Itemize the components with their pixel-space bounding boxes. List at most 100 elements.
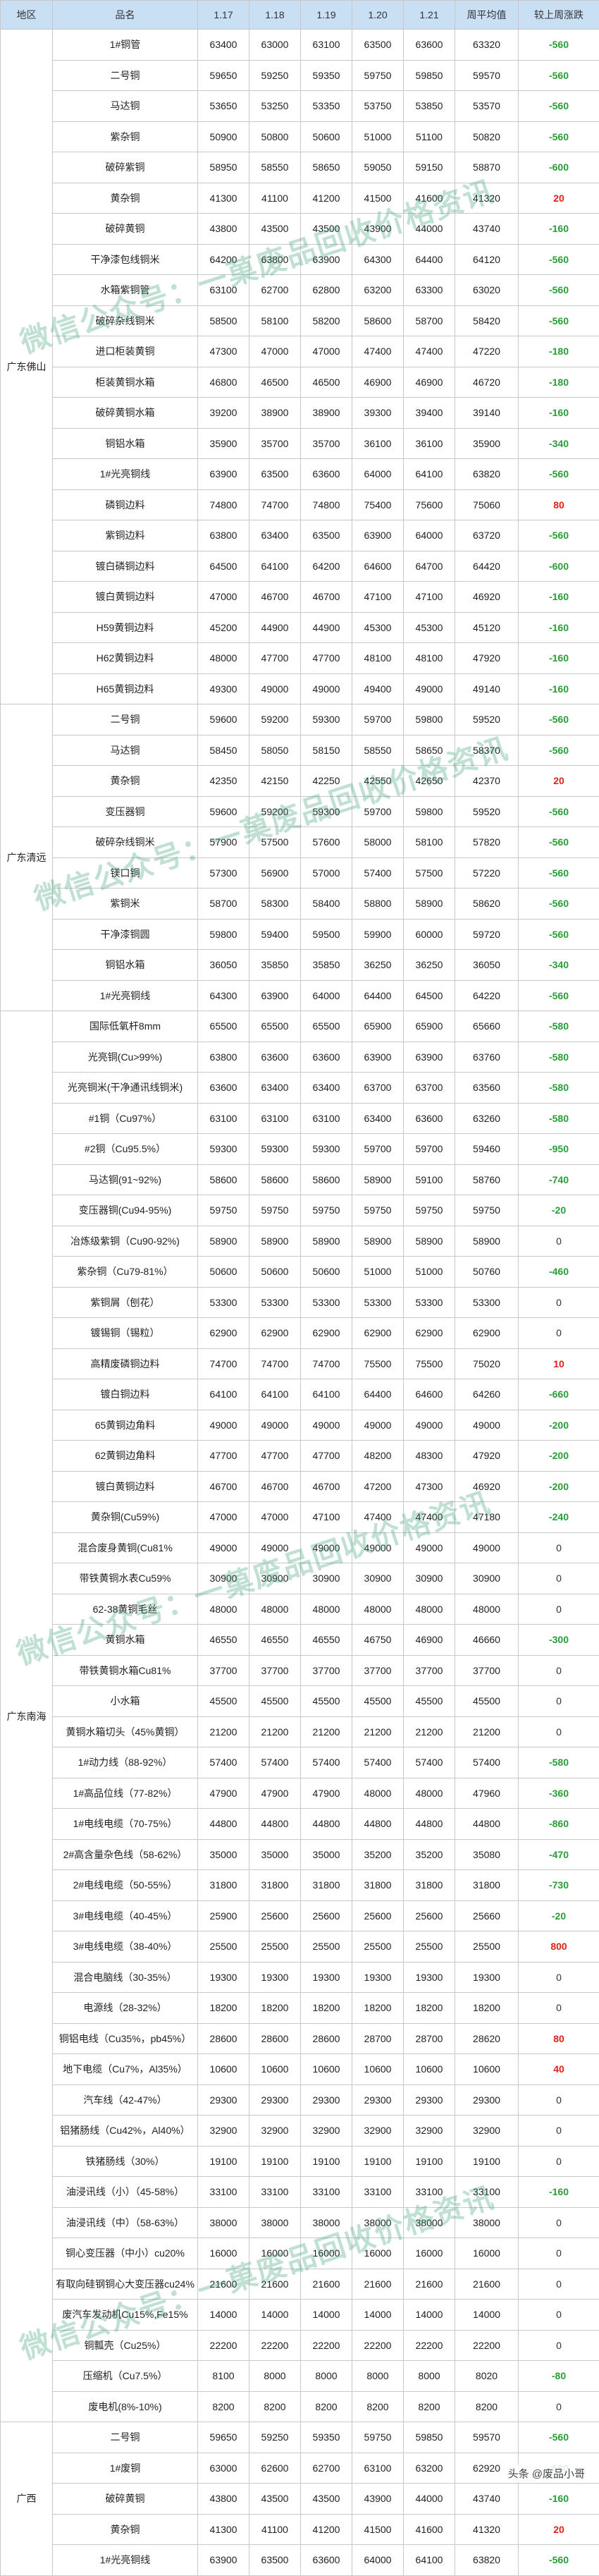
weekly-change-cell: -200 <box>519 1471 599 1502</box>
daily-price-cell: 46900 <box>404 1625 455 1656</box>
product-name-cell: 带铁黄铜水箱Cu81% <box>53 1655 198 1686</box>
daily-price-cell: 58650 <box>301 152 352 183</box>
daily-price-cell: 8000 <box>249 2361 301 2392</box>
daily-price-cell: 38000 <box>352 2207 404 2238</box>
daily-price-cell: 63400 <box>249 520 301 551</box>
daily-price-cell: 53750 <box>352 91 404 122</box>
daily-price-cell: 43500 <box>301 214 352 245</box>
weekly-change-cell: -300 <box>519 1625 599 1656</box>
weekly-change-cell: -160 <box>519 214 599 245</box>
daily-price-cell: 64100 <box>249 1379 301 1410</box>
table-row: 紫杂铜509005080050600510005110050820-560 <box>1 121 599 152</box>
weekly-change-cell: 10 <box>519 1348 599 1379</box>
daily-price-cell: 41200 <box>301 183 352 214</box>
daily-price-cell: 21600 <box>404 2269 455 2300</box>
daily-price-cell: 58300 <box>249 889 301 920</box>
week-average-cell: 43740 <box>455 214 519 245</box>
week-average-cell: 57220 <box>455 857 519 889</box>
daily-price-cell: 8000 <box>301 2361 352 2392</box>
product-name-cell: 1#光亮铜线 <box>53 459 198 490</box>
daily-price-cell: 10600 <box>301 2054 352 2085</box>
daily-price-cell: 14000 <box>249 2300 301 2331</box>
daily-price-cell: 63600 <box>404 1103 455 1134</box>
table-row: 光亮铜米(干净通讯线铜米)636006340063400637006370063… <box>1 1073 599 1104</box>
daily-price-cell: 63400 <box>249 1073 301 1104</box>
daily-price-cell: 37700 <box>404 1655 455 1686</box>
daily-price-cell: 63600 <box>301 459 352 490</box>
daily-price-cell: 10600 <box>352 2054 404 2085</box>
product-name-cell: 镀白黄铜边料 <box>53 582 198 613</box>
daily-price-cell: 37700 <box>301 1655 352 1686</box>
daily-price-cell: 64200 <box>301 551 352 582</box>
daily-price-cell: 59300 <box>301 796 352 827</box>
daily-price-cell: 46550 <box>301 1625 352 1656</box>
daily-price-cell: 47400 <box>404 336 455 367</box>
daily-price-cell: 63100 <box>301 30 352 61</box>
header-date-2: 1.18 <box>249 1 301 30</box>
daily-price-cell: 63900 <box>198 2545 249 2576</box>
daily-price-cell: 48200 <box>352 1441 404 1472</box>
daily-price-cell: 42650 <box>404 766 455 797</box>
daily-price-cell: 41600 <box>404 2514 455 2545</box>
daily-price-cell: 57000 <box>301 857 352 889</box>
weekly-change-cell: -580 <box>519 1747 599 1778</box>
week-average-cell: 65660 <box>455 1011 519 1042</box>
daily-price-cell: 58100 <box>404 827 455 858</box>
table-row: 混合废身黄铜(Cu81%4900049000490004900049000490… <box>1 1532 599 1563</box>
daily-price-cell: 53650 <box>198 91 249 122</box>
weekly-change-cell: 0 <box>519 2300 599 2331</box>
daily-price-cell: 36100 <box>352 428 404 459</box>
daily-price-cell: 59800 <box>404 704 455 735</box>
daily-price-cell: 57400 <box>249 1747 301 1778</box>
daily-price-cell: 63400 <box>198 30 249 61</box>
daily-price-cell: 18200 <box>249 1993 301 2024</box>
weekly-change-cell: -580 <box>519 1011 599 1042</box>
daily-price-cell: 57500 <box>404 857 455 889</box>
table-row: 混合电脑线（30-35%）193001930019300193001930019… <box>1 1962 599 1993</box>
daily-price-cell: 63500 <box>249 2545 301 2576</box>
daily-price-cell: 47700 <box>198 1441 249 1472</box>
daily-price-cell: 31800 <box>404 1870 455 1901</box>
daily-price-cell: 39300 <box>352 398 404 429</box>
daily-price-cell: 49000 <box>404 673 455 704</box>
weekly-change-cell: -460 <box>519 1257 599 1288</box>
daily-price-cell: 53300 <box>249 1287 301 1318</box>
product-name-cell: 3#电线电缆（40-45%） <box>53 1900 198 1931</box>
header-product: 品名 <box>53 1 198 30</box>
daily-price-cell: 62700 <box>301 2453 352 2484</box>
daily-price-cell: 58900 <box>404 1226 455 1257</box>
daily-price-cell: 28600 <box>198 2023 249 2054</box>
daily-price-cell: 45200 <box>198 612 249 643</box>
daily-price-cell: 49000 <box>301 1532 352 1563</box>
daily-price-cell: 19300 <box>301 1962 352 1993</box>
daily-price-cell: 57300 <box>198 857 249 889</box>
daily-price-cell: 59750 <box>198 1195 249 1226</box>
daily-price-cell: 14000 <box>198 2300 249 2331</box>
daily-price-cell: 35850 <box>301 950 352 981</box>
daily-price-cell: 59300 <box>301 704 352 735</box>
table-row: 镁口铜573005690057000574005750057220-560 <box>1 857 599 889</box>
weekly-change-cell: -560 <box>519 889 599 920</box>
daily-price-cell: 32900 <box>249 2116 301 2147</box>
daily-price-cell: 48000 <box>249 1594 301 1625</box>
product-name-cell: 2#高含量杂色线（58-62%） <box>53 1839 198 1870</box>
table-row: 2#高含量杂色线（58-62%）350003500035000352003520… <box>1 1839 599 1870</box>
weekly-change-cell: -560 <box>519 2545 599 2576</box>
week-average-cell: 59570 <box>455 60 519 91</box>
daily-price-cell: 58600 <box>249 1164 301 1195</box>
daily-price-cell: 56900 <box>249 857 301 889</box>
weekly-change-cell: 80 <box>519 2023 599 2054</box>
table-row: 废汽车发动机Cu15%,Fe15%14000140001400014000140… <box>1 2300 599 2331</box>
weekly-change-cell: -560 <box>519 919 599 950</box>
week-average-cell: 59750 <box>455 1195 519 1226</box>
table-row: 62黄铜边角料477004770047700482004830047920-20… <box>1 1441 599 1472</box>
daily-price-cell: 29300 <box>301 2084 352 2116</box>
weekly-change-cell: -560 <box>519 244 599 275</box>
week-average-cell: 19100 <box>455 2146 519 2177</box>
week-average-cell: 21200 <box>455 1716 519 1747</box>
daily-price-cell: 19300 <box>198 1962 249 1993</box>
daily-price-cell: 63100 <box>352 2453 404 2484</box>
week-average-cell: 10600 <box>455 2054 519 2085</box>
daily-price-cell: 48000 <box>198 1594 249 1625</box>
week-average-cell: 75020 <box>455 1348 519 1379</box>
